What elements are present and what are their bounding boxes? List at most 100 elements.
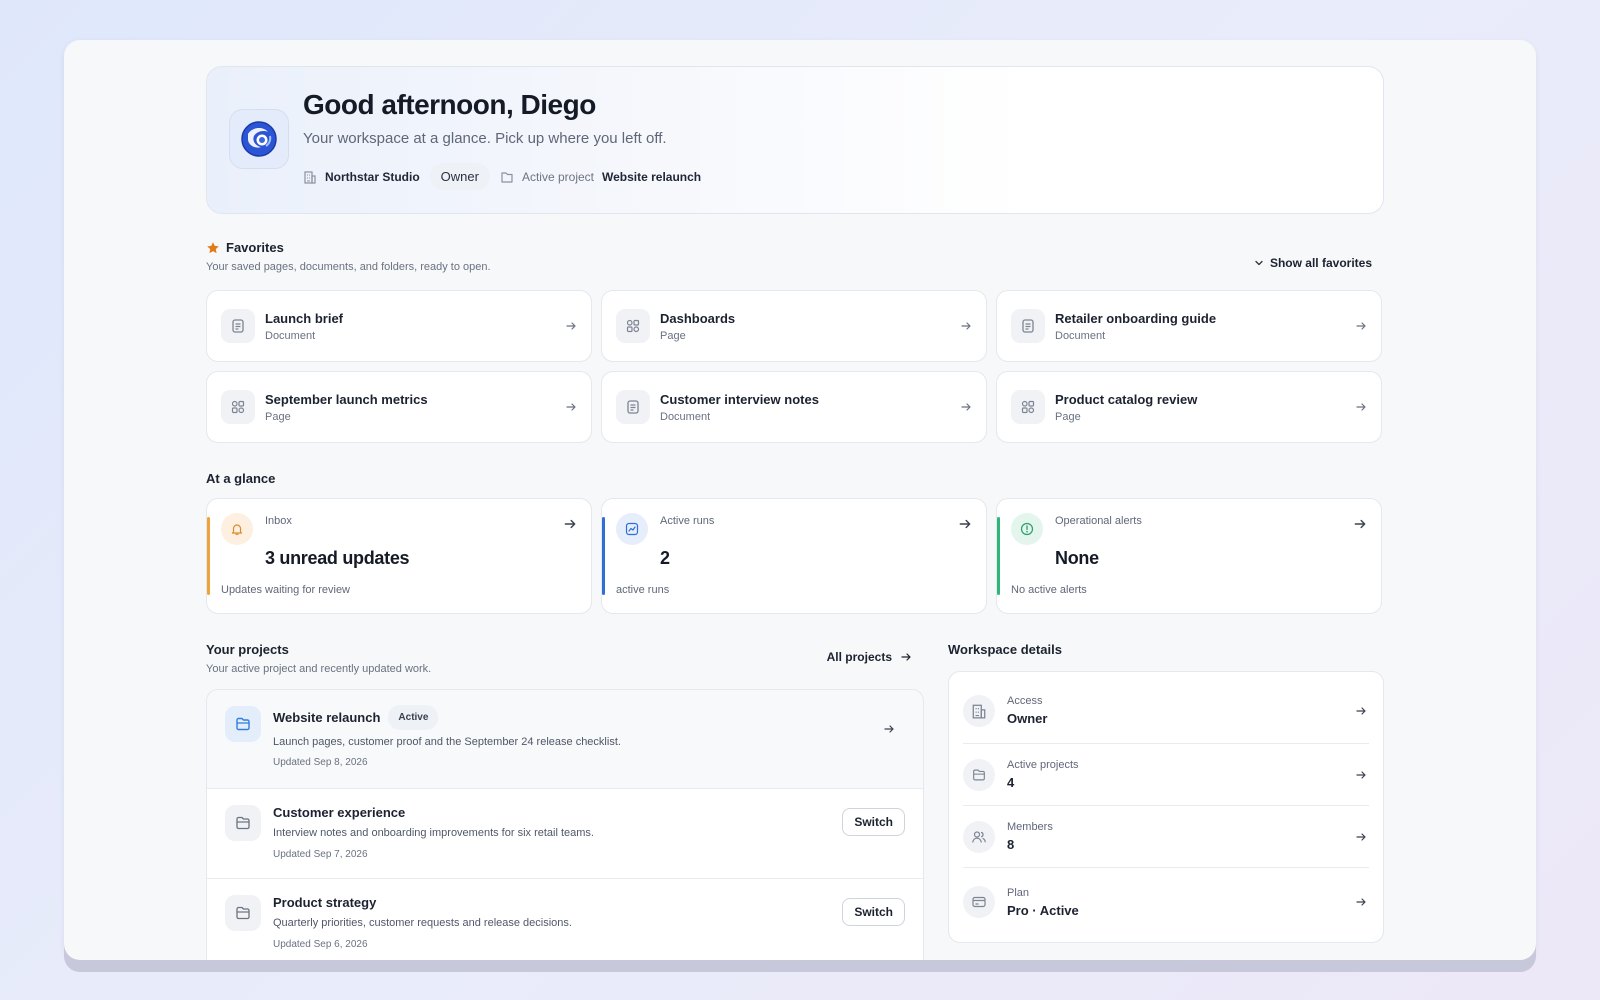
accent-bar [207,517,210,595]
workspace-details-card: Access Owner Active projects 4 Members 8… [948,671,1384,943]
switch-project-button[interactable]: Switch [842,898,905,926]
status-badge: Active [388,705,439,730]
favorites-title-row: Favorites [206,240,1384,255]
page-icon [221,390,255,424]
workspace-logo [229,109,289,169]
bell-icon [221,513,253,545]
favorite-name: Dashboards [660,310,736,326]
welcome-hero: Good afternoon, Diego Your workspace at … [206,66,1384,214]
workspace-row-active-projects[interactable]: Active projects 4 [963,744,1369,806]
project-description: Launch pages, customer proof and the Sep… [273,736,621,748]
detail-value: 8 [1007,837,1015,852]
greeting-subtitle: Your workspace at a glance. Pick up wher… [303,130,667,147]
workspace-meta: Northstar Studio Owner Active project We… [303,163,701,190]
your-projects-section: Your projects Your active project and re… [206,642,924,960]
workspace-row-access[interactable]: Access Owner [963,678,1369,744]
show-all-favorites-button[interactable]: Show all favorites [1254,256,1372,270]
detail-label: Active projects [1007,759,1079,771]
favorite-type: Document [660,410,711,423]
arrow-right-icon [1355,769,1367,781]
arrow-right-icon [960,401,972,413]
inbox-card[interactable]: Inbox 3 unread updates Updates waiting f… [206,498,592,614]
card-label: Operational alerts [1055,515,1142,527]
favorite-product-catalog-review[interactable]: Product catalog review Page [996,371,1382,443]
card-icon [963,886,995,918]
role-badge: Owner [429,163,490,190]
page-icon [1011,390,1045,424]
active-project-label: Active project [521,169,594,184]
dashboard-content: Good afternoon, Diego Your workspace at … [206,66,1384,960]
project-row-website-relaunch[interactable]: Website relaunch Active Launch pages, cu… [207,690,923,789]
active-runs-card[interactable]: Active runs 2 active runs [601,498,987,614]
folder-icon [225,805,261,841]
favorite-retailer-onboarding-guide[interactable]: Retailer onboarding guide Document [996,290,1382,362]
workspace-row-members[interactable]: Members 8 [963,806,1369,868]
favorite-september-launch-metrics[interactable]: September launch metrics Page [206,371,592,443]
arrow-right-icon [901,653,911,661]
favorites-subtitle: Your saved pages, documents, and folders… [206,261,491,273]
favorite-dashboards[interactable]: Dashboards Page [601,290,987,362]
favorites-header: Favorites Your saved pages, documents, a… [206,240,1384,288]
arrow-right-icon [1355,401,1367,413]
workspace-details-section: Workspace details AccessOwner Active pr [948,642,1384,943]
bottom-section: Your projects Your active project and re… [206,642,1384,960]
favorite-name: Customer interview notes [660,391,819,407]
project-row-customer-experience[interactable]: Customer experience Interview notes and … [207,789,923,879]
project-row-product-strategy[interactable]: Product strategy Quarterly priorities, c… [207,879,923,960]
arrow-right-icon [1355,896,1367,908]
document-icon [221,309,255,343]
star-icon [207,241,219,253]
project-description: Interview notes and onboarding improveme… [273,827,594,839]
card-note: No active alerts [1011,584,1087,596]
favorite-type: Page [660,329,686,342]
card-label: Inbox [265,515,292,527]
active-project-link[interactable]: Website relaunch [602,170,701,184]
projects-list: Website relaunch Active Launch pages, cu… [206,689,924,960]
arrow-right-icon [565,320,577,332]
project-name: Customer experience [273,805,406,820]
card-value: None [1055,548,1099,568]
project-updated: Updated Sep 8, 2026 [273,757,368,768]
card-value: 2 [660,548,670,568]
app-window: Good afternoon, Diego Your workspace at … [64,40,1536,960]
organization-name: Northstar Studio [325,169,420,184]
project-name: Website relaunch [273,710,381,725]
show-all-favorites-label: Show all favorites [1269,256,1372,270]
workspace-row-plan[interactable]: Plan Pro · Active [963,868,1369,936]
arrow-right-icon [960,320,972,332]
building-icon [963,694,995,727]
card-label: Active runs [660,515,715,527]
favorites-grid: Launch brief Document Dashboards Page Reta… [206,290,1384,443]
detail-label: Plan [1007,886,1030,899]
project-description: Quarterly priorities, customer requests … [273,917,572,929]
folder-icon [225,706,261,742]
project-name-row: Website relaunch Active [273,690,923,730]
favorite-type: Document [265,329,316,342]
chevron-down-icon [1255,260,1263,266]
document-icon [616,390,650,424]
switch-project-button[interactable]: Switch [842,808,905,836]
all-projects-link[interactable]: All projects [827,650,912,664]
favorite-launch-brief[interactable]: Launch brief Document [206,290,592,362]
favorite-type: Page [265,410,291,423]
at-a-glance-title: At a glance [206,471,276,486]
favorite-type: Page [1055,410,1081,423]
card-note: Updates waiting for review [221,584,351,596]
arrow-right-icon [1355,831,1367,843]
favorite-customer-interview-notes[interactable]: Customer interview notes Document [601,371,987,443]
projects-title: Your projects [206,642,289,657]
greeting-title: Good afternoon, Diego [303,89,596,120]
card-value: 3 unread updates [265,548,410,568]
favorites-title: Favorites [226,240,284,255]
arrow-right-icon [1355,705,1367,717]
folder-icon [963,758,995,791]
detail-value: 4 [1007,775,1015,790]
document-icon [1011,309,1045,343]
arrow-right-icon [1355,320,1367,332]
arrow-right-icon [563,517,577,531]
alert-icon [1011,513,1043,545]
operational-alerts-card[interactable]: Operational alerts None No active alerts [996,498,1382,614]
page-icon [616,309,650,343]
detail-label: Access [1007,695,1043,707]
favorite-type: Document [1055,329,1106,342]
